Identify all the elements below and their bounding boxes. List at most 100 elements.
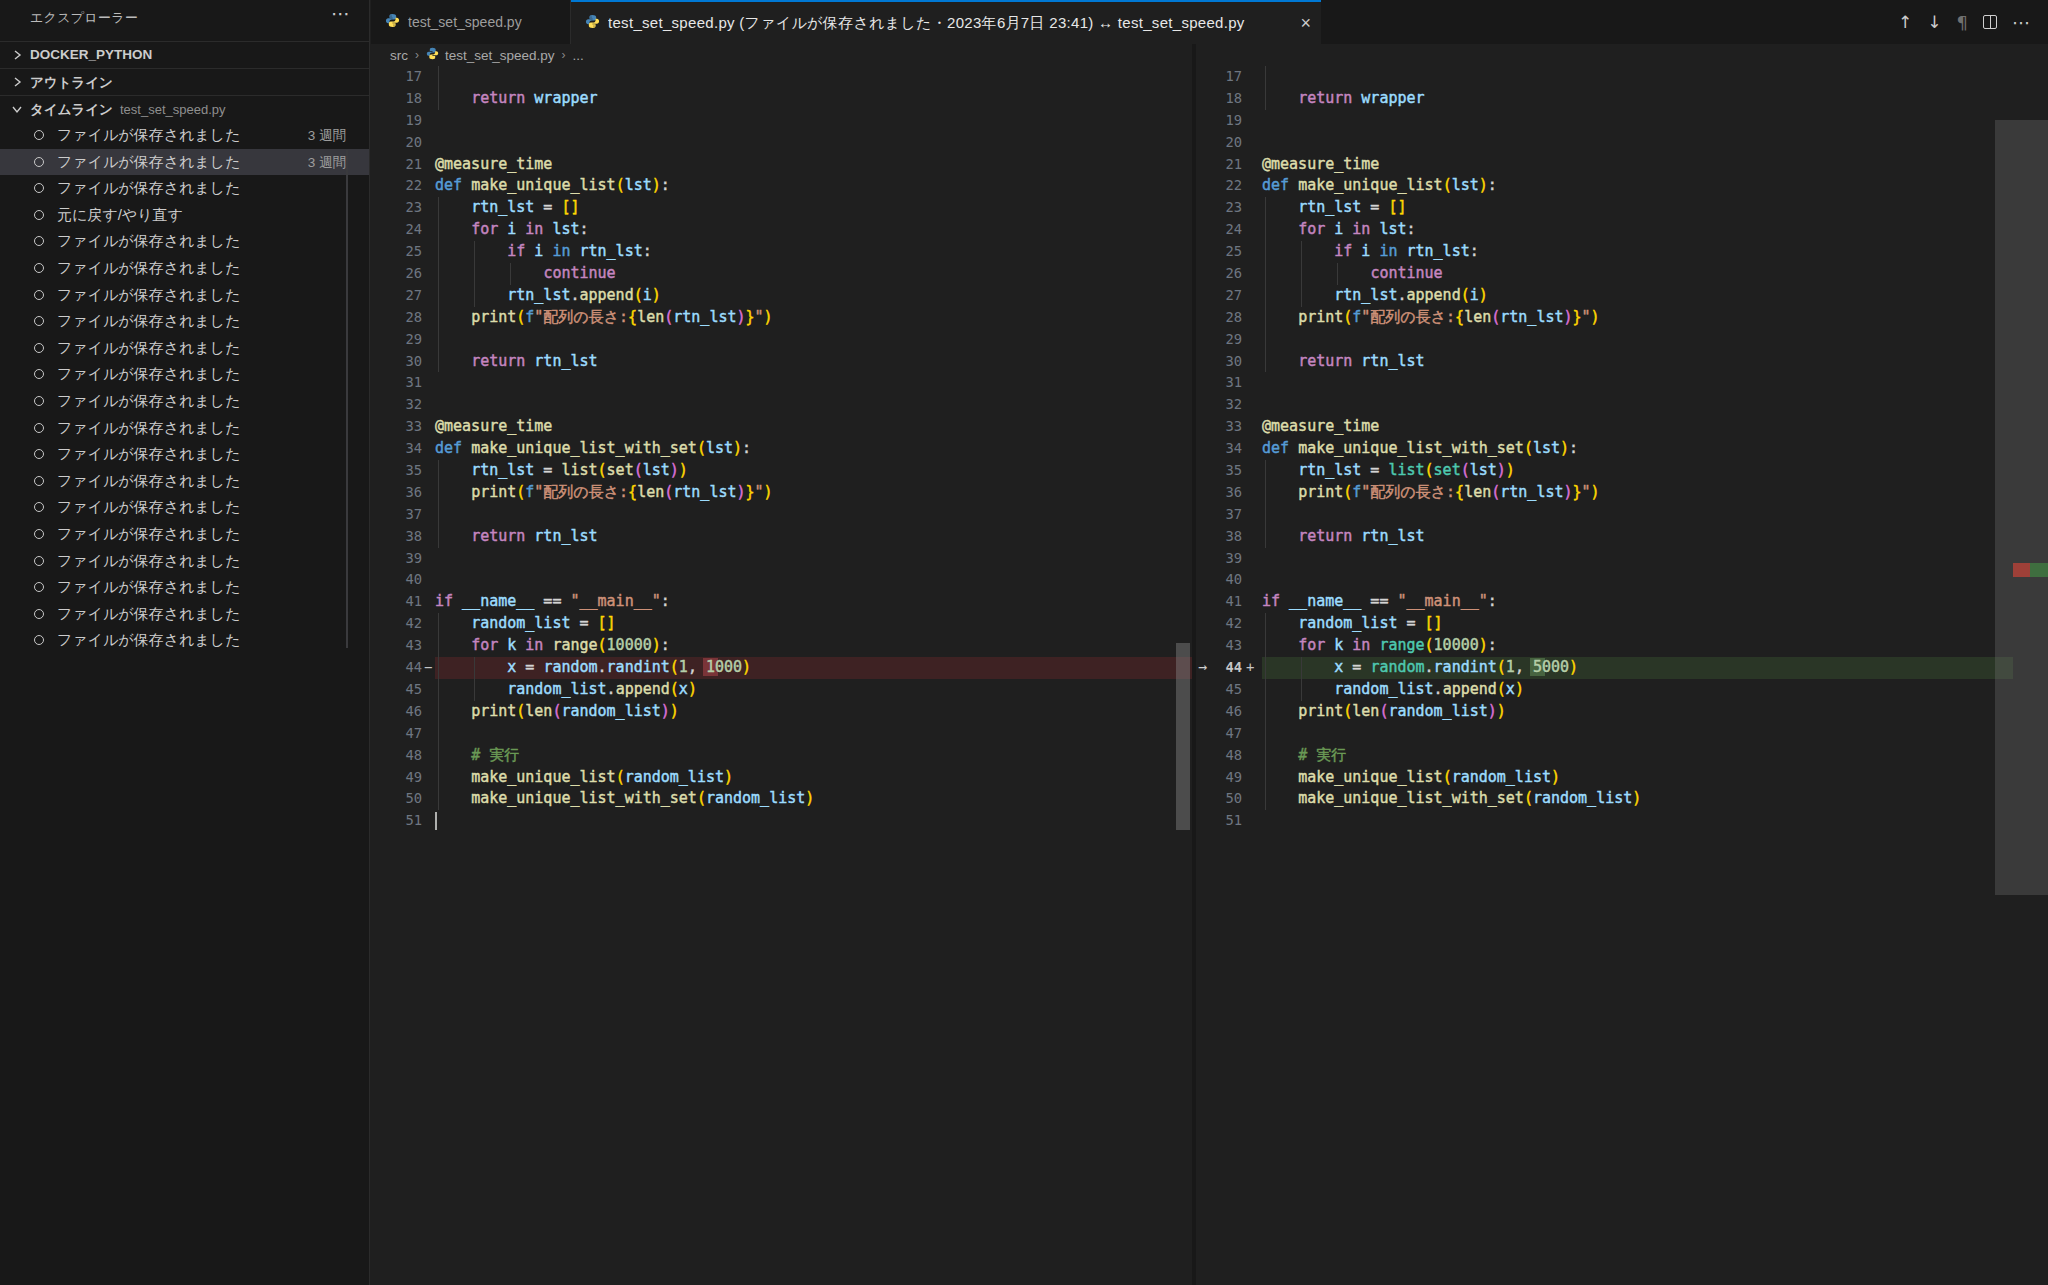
code-line[interactable]: 24 for i in lst: [370,219,1192,241]
code-line[interactable]: 39 [1196,548,2013,570]
timeline-item[interactable]: ファイルが保存されました [0,175,369,202]
tab-diff-test-set-speed[interactable]: test_set_speed.py (ファイルが保存されました・2023年6月7… [571,0,1321,44]
code-line[interactable]: 35 rtn_lst = list(set(lst)) [1196,460,2013,482]
code-line[interactable]: 22def make_unique_list(lst): [370,175,1192,197]
code-line[interactable]: 27 rtn_lst.append(i) [370,285,1192,307]
timeline-item[interactable]: ファイルが保存されました [0,601,369,628]
code-line[interactable]: 28 print(f"配列の長さ:{len(rtn_lst)}") [1196,307,2013,329]
timeline-item[interactable]: ファイルが保存されました3 週間 [0,149,369,176]
code-line[interactable]: 51 [1196,810,2013,832]
code-line[interactable]: 48 # 実行 [370,745,1192,767]
code-line[interactable]: →44+ x = random.randint(1, 5000) [1196,657,2013,679]
timeline-item[interactable]: ファイルが保存されました [0,282,369,309]
close-icon[interactable]: × [1300,14,1311,32]
code-line[interactable]: 35 rtn_lst = list(set(lst)) [370,460,1192,482]
code-line[interactable]: 31 [370,372,1192,394]
code-line[interactable]: 30 return rtn_lst [370,351,1192,373]
code-line[interactable]: 19 [370,110,1192,132]
code-line[interactable]: 24 for i in lst: [1196,219,2013,241]
code-line[interactable]: 41if __name__ == "__main__": [370,591,1192,613]
code-line[interactable]: 51 [370,810,1192,832]
code-line[interactable]: 36 print(f"配列の長さ:{len(rtn_lst)}") [370,482,1192,504]
explorer-more-icon[interactable]: ⋯ [331,2,351,25]
diff-modified-pane[interactable]: 1718 return wrapper192021@measure_time22… [1196,66,2013,832]
timeline-item[interactable]: ファイルが保存されました [0,335,369,362]
code-line[interactable]: 28 print(f"配列の長さ:{len(rtn_lst)}") [370,307,1192,329]
code-line[interactable]: 45 random_list.append(x) [1196,679,2013,701]
timeline-item[interactable]: ファイルが保存されました [0,415,369,442]
code-line[interactable]: 47 [1196,723,2013,745]
split-editor-icon[interactable] [1983,15,1997,29]
code-line[interactable]: 44− x = random.randint(1, 1000) [370,657,1192,679]
code-line[interactable]: 23 rtn_lst = [] [1196,197,2013,219]
code-line[interactable]: 18 return wrapper [1196,88,2013,110]
previous-change-icon[interactable]: ↑ [1898,12,1912,32]
whitespace-icon[interactable]: ¶ [1957,12,1968,33]
code-line[interactable]: 49 make_unique_list(random_list) [1196,767,2013,789]
code-line[interactable]: 43 for k in range(10000): [370,635,1192,657]
code-line[interactable]: 48 # 実行 [1196,745,2013,767]
code-line[interactable]: 19 [1196,110,2013,132]
code-line[interactable]: 17 [1196,66,2013,88]
timeline-item[interactable]: ファイルが保存されました [0,521,369,548]
code-line[interactable]: 18 return wrapper [370,88,1192,110]
code-line[interactable]: 33@measure_time [1196,416,2013,438]
code-line[interactable]: 33@measure_time [370,416,1192,438]
timeline-item[interactable]: 元に戻す/やり直す [0,202,369,229]
timeline-item[interactable]: ファイルが保存されました [0,228,369,255]
timeline-scrollbar[interactable] [346,150,348,648]
timeline-item[interactable]: ファイルが保存されました [0,574,369,601]
timeline-item[interactable]: ファイルが保存されました [0,308,369,335]
left-scrollbar-slider[interactable] [1176,643,1190,830]
code-line[interactable]: 38 return rtn_lst [370,526,1192,548]
breadcrumb-file[interactable]: test_set_speed.py [445,48,555,63]
code-line[interactable]: 25 if i in rtn_lst: [1196,241,2013,263]
code-line[interactable]: 34def make_unique_list_with_set(lst): [370,438,1192,460]
code-line[interactable]: 20 [370,132,1192,154]
code-line[interactable]: 42 random_list = [] [1196,613,2013,635]
breadcrumb[interactable]: src › test_set_speed.py › ... [371,44,2048,66]
code-line[interactable]: 49 make_unique_list(random_list) [370,767,1192,789]
code-line[interactable]: 26 continue [370,263,1192,285]
sidebar-section-outline[interactable]: アウトライン [0,68,369,95]
code-line[interactable]: 30 return rtn_lst [1196,351,2013,373]
code-line[interactable]: 36 print(f"配列の長さ:{len(rtn_lst)}") [1196,482,2013,504]
timeline-item[interactable]: ファイルが保存されました [0,441,369,468]
code-line[interactable]: 27 rtn_lst.append(i) [1196,285,2013,307]
code-line[interactable]: 50 make_unique_list_with_set(random_list… [370,788,1192,810]
code-line[interactable]: 39 [370,548,1192,570]
code-line[interactable]: 21@measure_time [370,154,1192,176]
diff-original-pane[interactable]: 1718 return wrapper192021@measure_time22… [370,66,1192,832]
code-line[interactable]: 38 return rtn_lst [1196,526,2013,548]
code-line[interactable]: 21@measure_time [1196,154,2013,176]
breadcrumb-folder[interactable]: src [390,48,408,63]
code-line[interactable]: 42 random_list = [] [370,613,1192,635]
code-line[interactable]: 40 [370,569,1192,591]
code-line[interactable]: 50 make_unique_list_with_set(random_list… [1196,788,2013,810]
breadcrumb-symbol[interactable]: ... [573,48,584,63]
sidebar-section-docker-python[interactable]: DOCKER_PYTHON [0,41,369,68]
tab-test-set-speed[interactable]: test_set_speed.py [371,0,571,44]
timeline-item[interactable]: ファイルが保存されました [0,494,369,521]
code-line[interactable]: 23 rtn_lst = [] [370,197,1192,219]
timeline-item[interactable]: ファイルが保存されました [0,627,369,654]
timeline-item[interactable]: ファイルが保存されました [0,361,369,388]
code-line[interactable]: 25 if i in rtn_lst: [370,241,1192,263]
code-line[interactable]: 32 [370,394,1192,416]
code-line[interactable]: 40 [1196,569,2013,591]
code-line[interactable]: 29 [370,329,1192,351]
code-line[interactable]: 41if __name__ == "__main__": [1196,591,2013,613]
next-change-icon[interactable]: ↓ [1927,12,1941,32]
overview-slider[interactable] [1995,120,2048,895]
timeline-item[interactable]: ファイルが保存されました [0,255,369,282]
sidebar-section-timeline[interactable]: タイムライン test_set_speed.py [0,95,369,122]
revert-arrow-icon[interactable]: → [1196,657,1214,679]
code-line[interactable]: 46 print(len(random_list)) [370,701,1192,723]
code-line[interactable]: 37 [370,504,1192,526]
code-line[interactable]: 22def make_unique_list(lst): [1196,175,2013,197]
timeline-item[interactable]: ファイルが保存されました [0,388,369,415]
code-line[interactable]: 43 for k in range(10000): [1196,635,2013,657]
code-line[interactable]: 47 [370,723,1192,745]
code-line[interactable]: 46 print(len(random_list)) [1196,701,2013,723]
more-actions-icon[interactable]: ⋯ [2012,12,2031,33]
